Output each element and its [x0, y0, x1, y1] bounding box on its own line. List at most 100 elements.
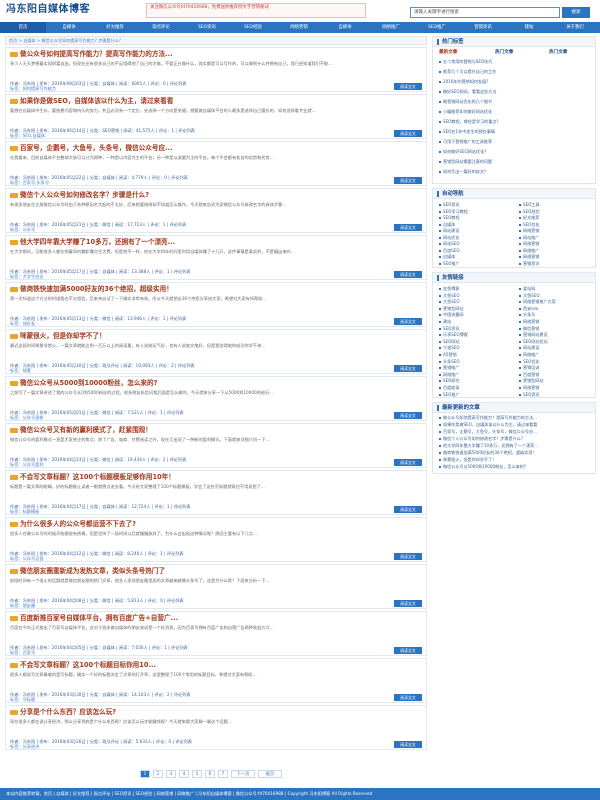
article-title[interactable]: 分享是个什么东西？应该怎么玩?: [10, 708, 116, 717]
article-title[interactable]: 为什么很多人的公众号都运营不下去了?: [10, 520, 136, 529]
category-tag[interactable]: 营销资讯: [519, 261, 539, 267]
nav-item[interactable]: 营销资讯: [460, 22, 506, 33]
nav-item[interactable]: 关于我们: [552, 22, 598, 33]
article-title-text[interactable]: 百度新推百家号自媒体平台，拥有百度广告+自营广...: [20, 614, 178, 622]
friend-link[interactable]: 百度收录: [439, 385, 459, 391]
article-title[interactable]: 做商铁快速加满5000好友的36个绝招，超级实用！: [10, 285, 173, 294]
category-tag[interactable]: 网站SEO: [439, 241, 460, 247]
article-title-text[interactable]: 分享是个什么东西？应该怎么玩?: [20, 708, 116, 716]
friend-link[interactable]: 微信营销: [519, 326, 539, 332]
article-tags[interactable]: 标签：加好友: [10, 321, 35, 327]
article-tags[interactable]: 标签：公众号涨粉: [10, 415, 44, 421]
friend-link[interactable]: 西安seo: [519, 306, 538, 312]
friend-link[interactable]: 头条SEO: [439, 359, 460, 365]
article-tags[interactable]: 标签：标题模板: [10, 509, 39, 515]
article-title[interactable]: 百家号，企鹅号，大鱼号，头条号，微信公众号应...: [10, 144, 173, 153]
article-title-text[interactable]: 咪蒙很火，但是你却学不了！: [20, 332, 106, 340]
article-title[interactable]: 百度新推百家号自媒体平台，拥有百度广告+自营广...: [10, 614, 178, 623]
category-tag[interactable]: 网络营销: [519, 241, 539, 247]
friend-link[interactable]: 网络营销: [519, 385, 539, 391]
category-tag[interactable]: 自媒体: [439, 254, 455, 260]
read-more-button[interactable]: 阅读全文: [394, 130, 422, 137]
tab-hot[interactable]: 热门文章: [549, 50, 567, 56]
nav-item[interactable]: SEO推广: [414, 22, 460, 33]
friend-link[interactable]: 营销推广: [439, 365, 459, 371]
article-title-text[interactable]: 微信朋友圈重新成为发热文章，类似头条号热门了: [20, 567, 165, 575]
tab-hot[interactable]: 最新文章: [439, 50, 457, 56]
tab-hot[interactable]: 热门文章: [495, 50, 513, 56]
nav-item[interactable]: 自媒体: [46, 22, 92, 33]
friend-link[interactable]: 头条号: [519, 312, 535, 318]
hot-list-item[interactable]: 做好SEO网站，看看这些方法: [439, 89, 496, 95]
page-link[interactable]: 3: [166, 770, 176, 778]
latest-list-item[interactable]: 咪蒙很火，但是你却学不了！: [439, 457, 496, 463]
nav-item[interactable]: 网络营销: [276, 22, 322, 33]
friend-link[interactable]: 营销型网站: [439, 306, 463, 312]
friend-link[interactable]: 建站: [439, 319, 451, 325]
article-title[interactable]: 做公众号如何提高写作能力？提高写作能力的方法...: [10, 50, 173, 59]
search-input[interactable]: 请输入关键字进行搜索: [410, 7, 560, 18]
read-more-button[interactable]: 阅读全文: [394, 412, 422, 419]
friend-link[interactable]: 网络营销推广方案: [519, 299, 556, 305]
article-title[interactable]: 微信公众号又有新的赢利模式了，赶紧围观！: [10, 426, 152, 435]
category-tag[interactable]: 百度SEO: [439, 248, 460, 254]
article-tags[interactable]: 标签：分享经济: [10, 744, 39, 750]
article-tags[interactable]: 标签：写标题: [10, 697, 35, 703]
article-title[interactable]: 不会写文章标题？这100个标题模板足够你用10年！: [10, 473, 175, 482]
category-tag[interactable]: 好文推荐: [519, 215, 539, 221]
friend-link[interactable]: 中国流量网: [439, 312, 463, 318]
latest-list-item[interactable]: 微信公众号从5000到10000粉丝，怎么来的?: [439, 464, 526, 470]
promo-banner[interactable]: 关注微信公众号fd70416988，免费送你推荐例文字营销秘诀: [146, 3, 366, 18]
category-tag[interactable]: 网站推广: [519, 235, 539, 241]
hot-list-item[interactable]: 小编推荐如何做好网站优化: [439, 109, 492, 115]
latest-list-item[interactable]: 微信个人公众号如何修改名字？步骤是什么?: [439, 436, 523, 442]
read-more-button[interactable]: 阅读全文: [394, 365, 422, 372]
read-more-button[interactable]: 阅读全文: [394, 647, 422, 654]
friend-link[interactable]: 网络推广: [439, 372, 459, 378]
article-title[interactable]: 不会写文章标题？这100个标题目标你用10...: [10, 661, 156, 670]
article-title[interactable]: 咪蒙很火，但是你却学不了！: [10, 332, 106, 341]
latest-list-item[interactable]: 如果你是做SEO，自媒体该以什么为主，请过来看看: [439, 422, 537, 428]
article-tags[interactable]: 标签：公众号: [10, 227, 35, 233]
friend-link[interactable]: SEO资讯: [519, 392, 540, 398]
article-title[interactable]: 微信个人公众号如何修改名字？步骤是什么?: [10, 191, 149, 200]
read-more-button[interactable]: 阅读全文: [394, 271, 422, 278]
friend-link[interactable]: SEO优化: [519, 359, 540, 365]
article-title-text[interactable]: 他大学四年靠大学赚了10多万，还拥有了一个漂亮...: [20, 238, 175, 246]
hot-list-item[interactable]: SEO在1年中发生的那些事情: [439, 129, 495, 135]
friend-link[interactable]: 大鱼SEO: [439, 293, 460, 299]
article-tags[interactable]: 标签：如何提高写作能力: [10, 86, 56, 92]
article-tags[interactable]: 标签：大学生创业: [10, 274, 44, 280]
hot-list-item[interactable]: 推荐几个可以提升自己的工作: [439, 69, 496, 75]
article-title-text[interactable]: 微信公众号从5000到10000粉丝，怎么来的?: [20, 379, 157, 387]
friend-link[interactable]: 网站建设: [519, 345, 539, 351]
page-link[interactable]: 7: [218, 770, 228, 778]
article-tags[interactable]: 标签：公众号运营: [10, 556, 44, 562]
category-tag[interactable]: 网站优化: [439, 235, 459, 241]
friend-link[interactable]: 金鱼博客: [439, 286, 459, 292]
article-title[interactable]: 微信公众号从5000到10000粉丝，怎么来的?: [10, 379, 157, 388]
article-title-text[interactable]: 不会写文章标题？这100个标题目标你用10...: [20, 661, 156, 669]
article-title-text[interactable]: 如果你是做SEO，自媒体该以什么为主，请过来看看: [20, 97, 173, 105]
nav-item[interactable]: 自媒体: [322, 22, 368, 33]
read-more-button[interactable]: 阅读全文: [394, 553, 422, 560]
site-logo[interactable]: 冯东阳自媒体博客: [6, 3, 90, 17]
nav-item[interactable]: 网络推广: [368, 22, 414, 33]
friend-link[interactable]: SEO研究: [439, 378, 460, 384]
category-tag[interactable]: SEO优化: [519, 222, 540, 228]
page-link[interactable]: 2: [153, 770, 163, 778]
read-more-button[interactable]: 阅读全文: [394, 459, 422, 466]
hot-list-item[interactable]: 可用于营销推广的工具推荐: [439, 139, 492, 145]
friend-link[interactable]: 大鱼SEO: [519, 293, 540, 299]
article-title[interactable]: 如果你是做SEO，自媒体该以什么为主，请过来看看: [10, 97, 173, 106]
hot-list-item[interactable]: 如何做好SEO网站优化?: [439, 149, 486, 155]
article-tags[interactable]: 标签：SEO,自媒体: [10, 133, 45, 139]
category-tag[interactable]: 网络推广: [519, 248, 539, 254]
latest-list-item[interactable]: 他大学四年靠大学赚了10多万，还拥有了一个漂亮...: [439, 443, 538, 449]
friend-link[interactable]: 爱站网: [519, 286, 535, 292]
category-tag[interactable]: SEO推广: [439, 261, 460, 267]
friend-link[interactable]: 乐享SEO博客: [439, 332, 468, 338]
article-title-text[interactable]: 为什么很多人的公众号都运营不下去了?: [20, 520, 136, 528]
latest-list-item[interactable]: 百家号，企鹅号，大鱼号，头条号，微信公众号应...: [439, 429, 537, 435]
friend-link[interactable]: 宁波SEO: [439, 345, 460, 351]
